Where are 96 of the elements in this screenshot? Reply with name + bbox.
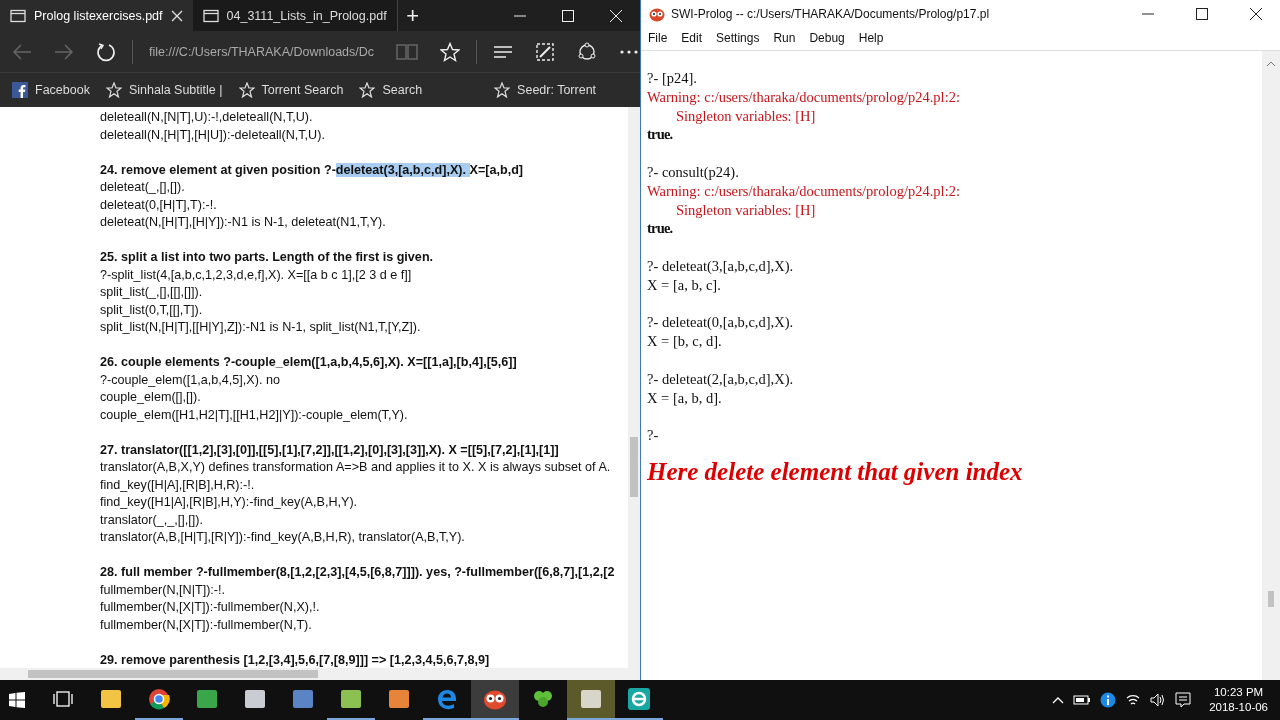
horizontal-scrollbar[interactable] (0, 668, 640, 680)
pdf-text-line: find_key([H1|A],[R|B],H,Y):-find_key(A,B,H,Y). (100, 494, 359, 511)
scrollbar-thumb[interactable] (1268, 591, 1274, 607)
console-line: ?- deleteat(3,[a,b,c,d],X). (647, 256, 795, 276)
console-line: ?- [p24]. (647, 69, 698, 88)
annotation-text: Here delete element that given index (647, 457, 1024, 486)
console-line: X = [a, b, c]. (647, 275, 722, 295)
pdf-text-line: ?-couple_elem([1,a,b,4,5],X). no (100, 371, 281, 389)
pdf-text-line: fullmember(N,[N|T]):-!. (100, 581, 226, 599)
pdf-text-line: 24. remove element at given position ?-deleteat(3,[a,b,c,d],X). X=[a,b,d] (100, 161, 525, 179)
pdf-text-line: find_key([H|A],[R|B],H,R):-!. (100, 476, 256, 494)
close-icon[interactable] (1249, 7, 1263, 21)
console-line: ?- (647, 426, 660, 445)
console-line: ?- deleteat(2,[a,b,c,d],X). (647, 369, 795, 389)
pdf-text-line: 26. couple elements ?-couple_elem([1,a,b,4,5,6],X). X=[[1,a],[b,4],[5,6]] (100, 354, 518, 371)
menu-item[interactable]: File (648, 31, 668, 45)
windows-start-icon[interactable] (9, 692, 25, 708)
pdf-text-line: translator(A,B,X,Y) defines transformation A=>B and applies it to X. X is always subset of A. (100, 459, 612, 476)
console-line: Singleton variables: [H] (675, 200, 817, 220)
pdf-text-line: deleteat(_,[],[]). (100, 179, 186, 196)
facebook-icon (12, 82, 28, 98)
console-line: ?- consult(p24). (647, 163, 740, 182)
clock-date: 2018-10-06 (1209, 700, 1268, 715)
speaker-icon[interactable] (1150, 693, 1167, 707)
pdf-text-line: split_list(_,[],[[],[]]). (100, 284, 204, 301)
pdf-text-line: 25. split a list into two parts. Length of the first is given. (100, 249, 435, 266)
square-logo-icon (292, 689, 314, 709)
share-icon[interactable] (577, 41, 598, 62)
pdf-text-line: split_list(0,T,[[],T]). (100, 301, 204, 319)
pdf-text-line: fullmember(N,[X|T]):-fullmember(N,T). (100, 616, 313, 634)
star-icon (238, 82, 255, 98)
scrollbar-thumb[interactable] (28, 670, 318, 678)
console-line: true. (647, 125, 674, 145)
clover-icon (532, 688, 554, 710)
menu-item[interactable]: Help (858, 31, 884, 45)
pdf-text-line: translator(A,B,[H|T],[R|Y]):-find_key(A,B,H,R), translator(A,B,T,Y). (100, 529, 466, 546)
menu-item[interactable]: Settings (716, 31, 760, 45)
app-logo-icon (196, 689, 218, 709)
favorite-link[interactable]: Search (359, 82, 423, 98)
favorite-link[interactable]: Facebook (12, 82, 90, 98)
refresh-icon[interactable] (96, 41, 116, 62)
pdf-text-line: deleteall(N,[N|T],U):-!,deleteall(N,T,U). (100, 109, 314, 126)
tab-page-icon (10, 8, 26, 23)
battery-icon[interactable] (1073, 694, 1092, 706)
task-view-icon (53, 690, 73, 708)
pdf-text-line: couple_elem([],[]). (100, 389, 202, 406)
window-title: SWI-Prolog -- c:/Users/THARAKA/Documents/Prolog/p17.pl (671, 7, 990, 21)
console-line: Warning: c:/users/tharaka/documents/prolog/p24.pl:2: (647, 87, 961, 107)
pdf-text-line: fullmember(N,[X|T]):-fullmember(N,X),!. (100, 599, 321, 616)
tab-page-icon (202, 8, 219, 23)
console-line: Singleton variables: [H] (675, 106, 817, 126)
menu-item[interactable]: Edit (681, 31, 703, 45)
favorite-link[interactable]: Seedr: Torrent (494, 82, 597, 98)
pdf-text-line: translator(_,_,[],[]). (100, 511, 204, 529)
favorite-link[interactable]: Sinhala Subtitle | (105, 82, 223, 98)
e-logo-icon (436, 688, 458, 710)
pdf-text-line: deleteat(N,[H|T],[H|Y]):-N1 is N-1, deleteat(N1,T,Y). (100, 214, 387, 231)
star-icon (105, 82, 122, 98)
console-line: true. (647, 219, 674, 239)
console-line: ?- deleteat(0,[a,b,c,d],X). (647, 313, 795, 333)
pen-note-icon[interactable] (535, 41, 556, 62)
pdf-text-line: 27. translator([[1,2],[3],[0]],[[5],[1],[7,2]],[[1,2],[0],[3],[3]],X). X =[[5],[7,2],[1],[1]] (100, 441, 560, 459)
pdf-text-line: deleteat(0,[H|T],T):-!. (100, 196, 218, 214)
info-icon[interactable] (1100, 692, 1117, 708)
browser-tab[interactable]: Prolog listexercises.pdf (0, 0, 193, 31)
address-field[interactable]: file:///C:/Users/THARAKA/Downloads/Dc (149, 44, 375, 59)
console-line: X = [a, b, d]. (647, 388, 723, 408)
new-tab-button[interactable]: + (396, 0, 428, 31)
scrollbar-thumb[interactable] (630, 437, 638, 497)
pdf-text-line: couple_elem([H1,H2|T],[[H1,H2]|Y]):-couple_elem(T,Y). (100, 406, 409, 424)
favorite-link[interactable]: Torrent Search (238, 82, 344, 98)
vertical-scrollbar[interactable] (628, 107, 640, 668)
star-icon (494, 82, 511, 98)
more-icon[interactable] (619, 48, 640, 55)
menu-lines-icon[interactable] (493, 43, 514, 60)
clock-time: 10:23 PM (1213, 685, 1264, 700)
circle-logo-icon (148, 688, 170, 710)
browser-tab[interactable]: 04_3111_Lists_in_Prolog.pdf (192, 0, 397, 31)
maximize-icon[interactable] (1195, 7, 1209, 21)
star-icon[interactable] (440, 41, 461, 62)
menu-item[interactable]: Run (773, 31, 796, 45)
e-logo-icon (628, 688, 650, 710)
pdf-text-line: 28. full member ?-fullmember(8,[1,2,[2,3],[4,5,[6,8,7]]]). yes, ?-fullmember([6,8,7],[1,2,[2 (100, 564, 616, 581)
pdf-text-line: split_list(N,[H|T],[[H|Y],Z]):-N1 is N-1, split_list(N1,T,[Y,Z]). (100, 319, 422, 336)
vertical-scrollbar[interactable] (1262, 51, 1280, 680)
star-icon (359, 82, 376, 98)
notification-icon[interactable] (1175, 692, 1192, 708)
console-line: Warning: c:/users/tharaka/documents/prolog/p24.pl:2: (647, 181, 961, 201)
pdf-text-line: ?-split_list(4,[a,b,c,1,2,3,d,e,f],X). X=[[a b c 1],[2 3 d e f]] (100, 266, 413, 284)
menu-item[interactable]: Debug (809, 31, 845, 45)
pdf-text-line: 29. remove parenthesis [1,2,[3,4],5,6,[7,[8,9]]] => [1,2,3,4,5,6,7,8,9] (100, 651, 491, 668)
console-line: X = [b, c, d]. (647, 332, 723, 351)
taskbar-app-button[interactable] (471, 680, 519, 720)
owl-icon (483, 688, 507, 710)
pdf-text-line: deleteall(N,[H|T],[H|U]):-deleteall(N,T,U). (100, 126, 326, 144)
owl-icon (649, 6, 665, 22)
